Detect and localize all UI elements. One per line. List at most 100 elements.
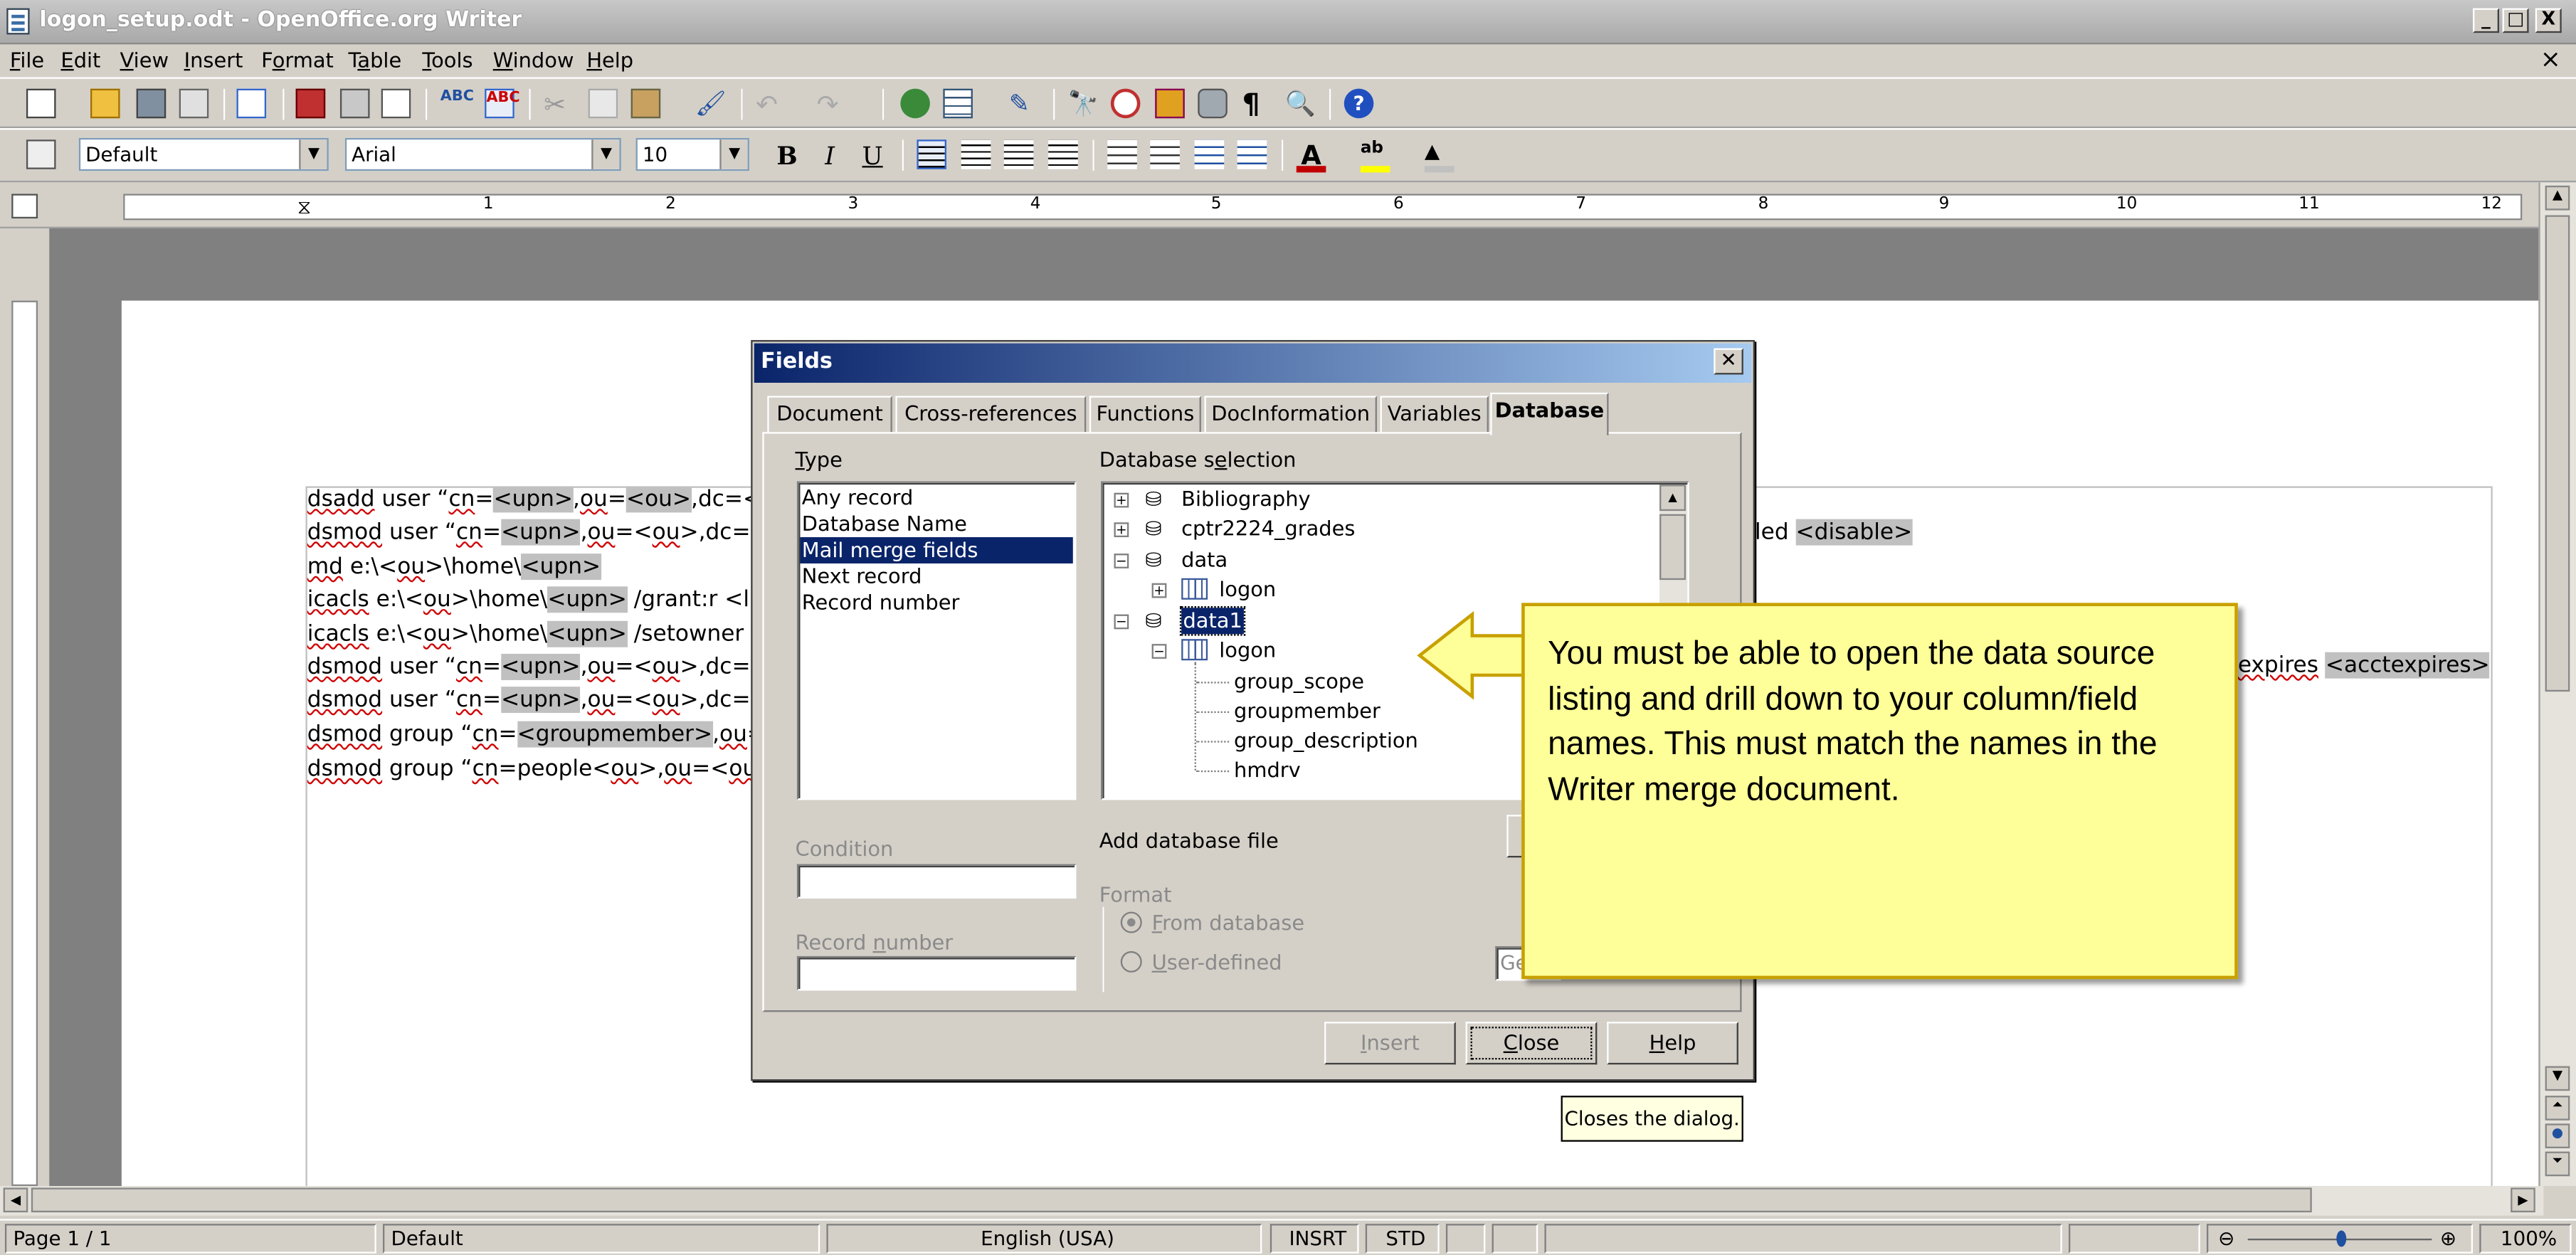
italic-button[interactable]: I	[813, 139, 846, 172]
copy-icon[interactable]	[588, 88, 618, 119]
list-item[interactable]: Next record	[800, 563, 922, 590]
tree-node-data-logon[interactable]: logon	[1219, 576, 1276, 603]
menu-file[interactable]: File	[10, 48, 44, 73]
navigation-icon[interactable]: ●	[2545, 1123, 2570, 1148]
page-preview-icon[interactable]	[381, 88, 411, 119]
page-style-indicator[interactable]: Default	[382, 1224, 820, 1254]
collapse-icon[interactable]: −	[1114, 614, 1129, 630]
scroll-left-button[interactable]: ◀	[3, 1187, 28, 1213]
styles-formatting-icon[interactable]	[26, 139, 56, 169]
menu-format[interactable]: Format	[261, 48, 334, 73]
navigator-icon[interactable]	[1110, 88, 1141, 119]
zoom-slider[interactable]: ⊖ ⊕	[2206, 1224, 2474, 1254]
language-indicator[interactable]: English (USA)	[826, 1224, 1262, 1254]
zoom-out-icon[interactable]: ⊖	[2218, 1226, 2234, 1252]
save-icon[interactable]	[136, 88, 167, 119]
scroll-thumb[interactable]	[2545, 215, 2570, 692]
help-button[interactable]: Help	[1607, 1022, 1738, 1065]
zoom-icon[interactable]: 🔍	[1285, 89, 1316, 119]
tab-type-icon[interactable]	[11, 194, 38, 219]
chevron-down-icon[interactable]: ▼	[299, 139, 327, 169]
email-icon[interactable]	[179, 88, 209, 119]
tree-node-bibliography[interactable]: Bibliography	[1181, 486, 1310, 512]
insert-button[interactable]: Insert	[1324, 1022, 1456, 1065]
tab-cross-references[interactable]: Cross-references	[895, 396, 1087, 433]
zoom-handle[interactable]	[2336, 1230, 2347, 1247]
paragraph-style-combo[interactable]: Default ▼	[78, 137, 329, 171]
tab-docinformation[interactable]: DocInformation	[1204, 396, 1377, 433]
cut-icon[interactable]: ✂	[544, 89, 574, 120]
decrease-indent-icon[interactable]	[1194, 139, 1225, 169]
horizontal-ruler[interactable]: 1 2 3 4 5 6 7 8 9 10 11 12 ⧖	[0, 182, 2544, 228]
menu-view[interactable]: View	[120, 48, 169, 73]
increase-indent-icon[interactable]	[1237, 139, 1267, 169]
numbering-icon[interactable]	[1107, 139, 1137, 169]
undo-icon[interactable]: ↶	[756, 89, 786, 120]
expand-icon[interactable]: +	[1114, 522, 1129, 538]
condition-input[interactable]	[796, 864, 1077, 899]
menu-tools[interactable]: Tools	[422, 48, 473, 73]
view-layout-icons[interactable]	[2069, 1224, 2200, 1254]
print-icon[interactable]	[339, 88, 370, 119]
scroll-right-button[interactable]: ▶	[2511, 1187, 2535, 1213]
collapse-icon[interactable]: −	[1114, 554, 1129, 568]
align-center-icon[interactable]	[961, 139, 991, 169]
hyperlink-icon[interactable]	[900, 88, 930, 119]
tree-field-groupmember[interactable]: groupmember	[1234, 698, 1381, 724]
maximize-button[interactable]: □	[2502, 8, 2529, 33]
list-item[interactable]: Database Name	[800, 511, 967, 537]
find-replace-icon[interactable]: 🔭	[1068, 89, 1099, 119]
justify-icon[interactable]	[1048, 139, 1078, 169]
from-database-radio[interactable]	[1120, 911, 1142, 933]
menu-table[interactable]: Table	[349, 48, 402, 73]
vertical-scrollbar[interactable]: ▲ ▼ ⏶ ● ⏷	[2538, 182, 2576, 1187]
record-number-input[interactable]	[796, 955, 1077, 991]
selection-mode-indicator[interactable]: STD	[1365, 1224, 1440, 1254]
close-document-icon[interactable]: ×	[2540, 44, 2561, 74]
scroll-up-button[interactable]: ▲	[2545, 185, 2570, 211]
font-size-combo[interactable]: 10 ▼	[635, 137, 749, 171]
horizontal-scroll-thumb[interactable]	[31, 1187, 2312, 1213]
tab-variables[interactable]: Variables	[1380, 396, 1489, 433]
user-defined-radio[interactable]	[1120, 950, 1142, 973]
data-sources-icon[interactable]	[1198, 88, 1228, 119]
bold-button[interactable]: B	[771, 139, 803, 172]
menu-window[interactable]: Window	[493, 48, 574, 73]
underline-button[interactable]: U	[856, 139, 889, 172]
new-document-icon[interactable]	[26, 88, 56, 119]
align-right-icon[interactable]	[1003, 139, 1034, 169]
horizontal-scrollbar[interactable]: ◀ ▶	[0, 1186, 2544, 1216]
tree-field-group-description[interactable]: group_description	[1234, 728, 1418, 754]
zoom-in-icon[interactable]: ⊕	[2440, 1226, 2456, 1252]
tree-scroll-up[interactable]: ▲	[1659, 484, 1686, 512]
menu-insert[interactable]: Insert	[184, 48, 243, 73]
background-color-icon[interactable]: ▲	[1424, 139, 1455, 173]
align-left-icon[interactable]	[917, 139, 946, 169]
close-button[interactable]: Close	[1465, 1022, 1598, 1065]
paste-icon[interactable]	[630, 88, 661, 119]
tree-scroll-thumb[interactable]	[1659, 514, 1686, 581]
tree-node-data1-logon[interactable]: logon	[1219, 637, 1276, 664]
gallery-icon[interactable]	[1155, 88, 1185, 119]
chevron-down-icon[interactable]: ▼	[719, 139, 748, 169]
font-name-combo[interactable]: Arial ▼	[344, 137, 621, 171]
insert-mode-indicator[interactable]: INSRT	[1269, 1224, 1359, 1254]
autospellcheck-icon[interactable]: ABC	[485, 88, 520, 119]
redo-icon[interactable]: ↷	[817, 89, 847, 120]
scroll-down-button[interactable]: ▼	[2545, 1066, 2570, 1091]
highlighting-icon[interactable]: ab	[1360, 139, 1390, 173]
expand-icon[interactable]: +	[1151, 583, 1167, 598]
bullets-icon[interactable]	[1150, 139, 1180, 169]
draw-functions-icon[interactable]: ✎	[1009, 89, 1039, 119]
export-pdf-icon[interactable]	[295, 88, 326, 119]
dialog-close-icon[interactable]: ✕	[1714, 348, 1743, 375]
chevron-down-icon[interactable]: ▼	[591, 139, 620, 169]
tab-document[interactable]: Document	[767, 396, 892, 433]
tree-node-data1-selected[interactable]: data1	[1179, 606, 1246, 636]
tab-database[interactable]: Database	[1490, 392, 1609, 435]
tree-field-hmdrv[interactable]: hmdrv	[1234, 757, 1301, 783]
menu-help[interactable]: Help	[586, 48, 633, 73]
list-item[interactable]: Any record	[800, 484, 914, 511]
list-item[interactable]: Record number	[800, 590, 960, 616]
list-item-selected[interactable]: Mail merge fields	[800, 537, 1073, 563]
